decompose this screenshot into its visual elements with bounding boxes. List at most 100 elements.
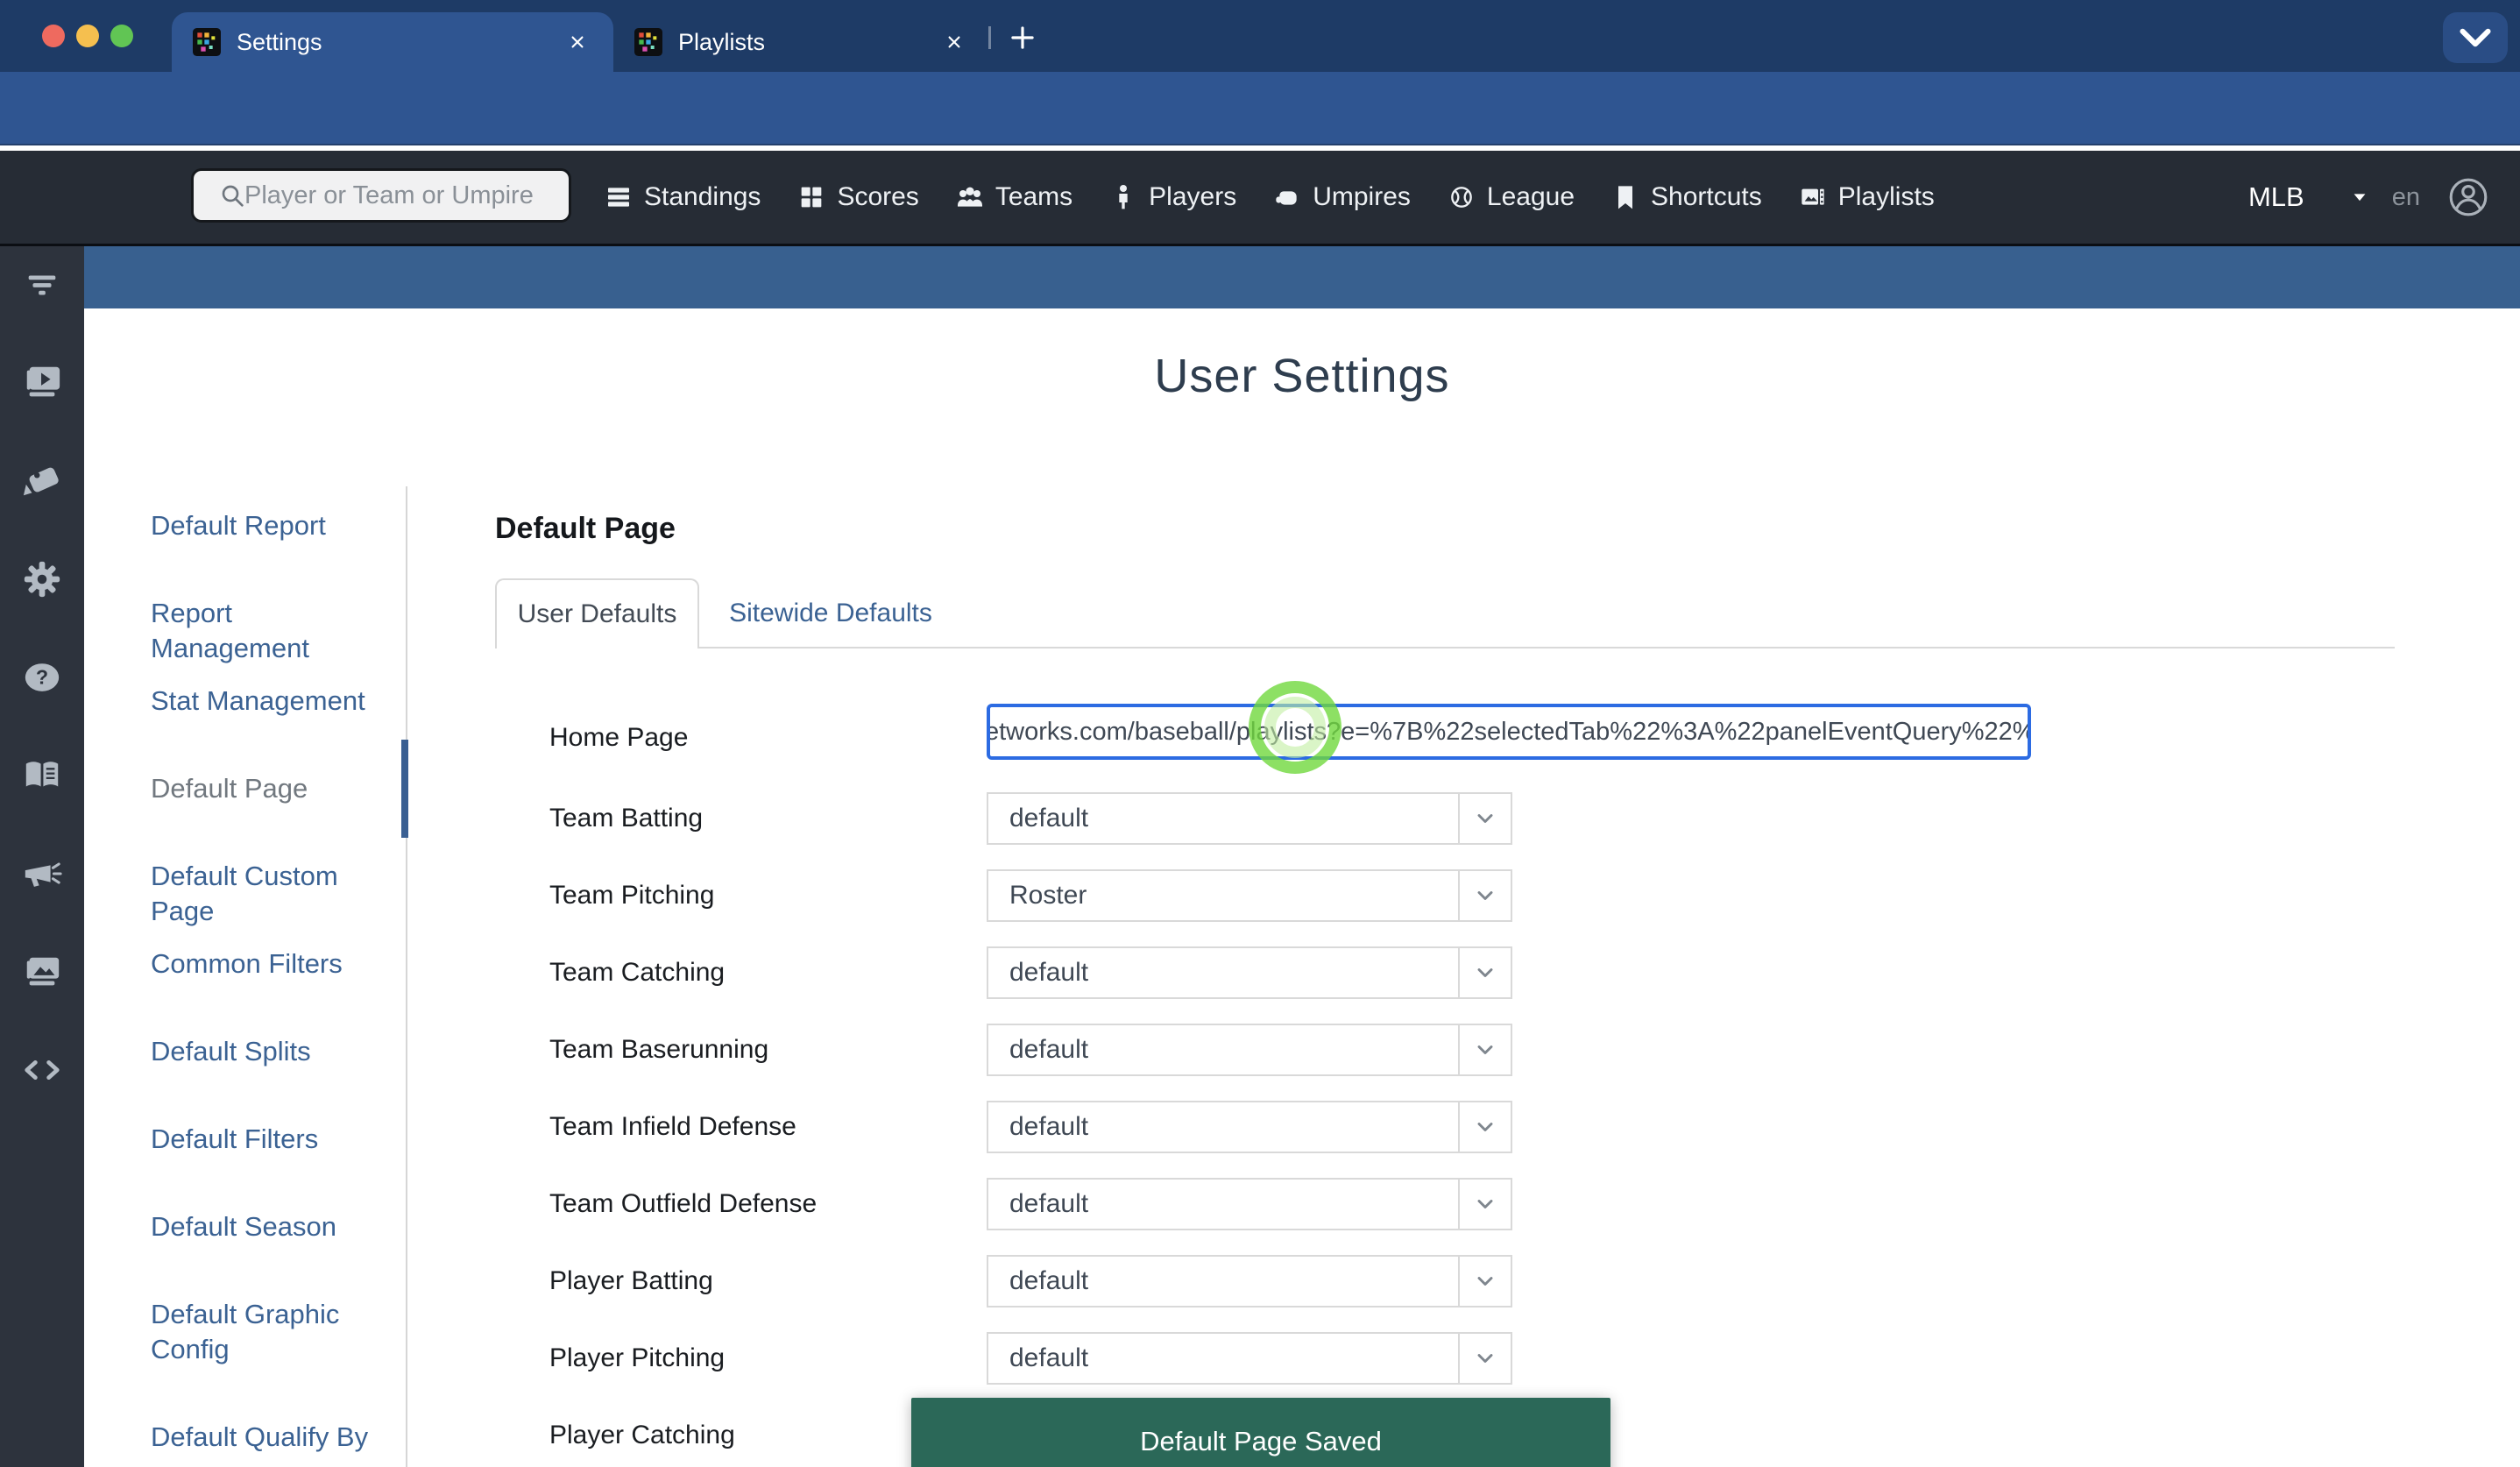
select-player-pitching[interactable]: default [987, 1332, 1512, 1385]
nav-item-label: Players [1149, 182, 1236, 212]
close-tab-icon[interactable] [939, 27, 969, 57]
click-indicator-inner [1264, 697, 1326, 758]
select-player-batting[interactable]: default [987, 1255, 1512, 1308]
form-row-label: Player Batting [549, 1262, 713, 1300]
league-selector-label: MLB [2248, 181, 2304, 213]
nav-item-shortcuts[interactable]: Shortcuts [1611, 182, 1762, 212]
nav-item-label: Umpires [1313, 182, 1411, 212]
new-tab-button[interactable] [1006, 21, 1039, 54]
settings-menu-item-report-management[interactable]: Report Management [151, 596, 398, 666]
filter-lines-icon[interactable] [22, 265, 62, 305]
select-team-pitching[interactable]: Roster [987, 869, 1512, 922]
select-value: default [1009, 804, 1088, 833]
settings-menu-item-stat-management[interactable]: Stat Management [151, 684, 398, 719]
select-value: default [1009, 1343, 1088, 1373]
browser-tabstrip: Settings Playlists [0, 0, 2520, 72]
settings-menu-item-default-season[interactable]: Default Season [151, 1209, 398, 1244]
tab-search-button[interactable] [2443, 12, 2508, 63]
nav-item-playlists[interactable]: Playlists [1799, 182, 1935, 212]
page-title: User Settings [84, 349, 2520, 403]
close-tab-icon[interactable] [563, 27, 592, 57]
nav-item-players[interactable]: Players [1109, 182, 1236, 212]
tab-divider [988, 26, 991, 49]
svg-text:?: ? [36, 666, 48, 689]
search-input[interactable] [244, 181, 542, 210]
gear-icon[interactable] [22, 559, 62, 599]
select-value: Roster [1009, 881, 1087, 911]
settings-menu-item-default-filters[interactable]: Default Filters [151, 1122, 398, 1157]
chevron-down-icon [1458, 948, 1511, 997]
nav-item-label: Playlists [1838, 182, 1935, 212]
tab-sitewide-defaults[interactable]: Sitewide Defaults [708, 578, 953, 648]
settings-menu-item-default-page[interactable]: Default Page [151, 771, 398, 806]
global-search [191, 168, 571, 223]
help-icon[interactable]: ? [22, 657, 62, 698]
teams-icon [956, 183, 984, 211]
tags-icon[interactable] [22, 461, 62, 501]
browser-tab-settings[interactable]: Settings [172, 12, 613, 72]
browser-toolbar: mlbdemo.trumedianetworks.com/baseball/se… [0, 72, 2520, 145]
tab-favicon-icon [193, 28, 221, 56]
nav-item-scores[interactable]: Scores [797, 182, 918, 212]
chevron-down-icon [1458, 1334, 1511, 1383]
select-value: default [1009, 958, 1088, 988]
zoom-window-button[interactable] [110, 25, 133, 47]
select-team-baserunning[interactable]: default [987, 1024, 1512, 1076]
home-page-input-value: etworks.com/baseball/playlists?e=%7B%22s… [987, 718, 2031, 747]
form-row-label: Team Infield Defense [549, 1108, 796, 1146]
chevron-down-icon [1458, 871, 1511, 920]
home-page-input[interactable]: etworks.com/baseball/playlists?e=%7B%22s… [987, 704, 2031, 760]
code-icon[interactable] [22, 1050, 62, 1090]
shortcuts-icon [1611, 183, 1639, 211]
search-icon [206, 181, 234, 209]
select-value: default [1009, 1035, 1088, 1065]
select-team-infield-defense[interactable]: default [987, 1101, 1512, 1153]
settings-menu-item-common-filters[interactable]: Common Filters [151, 946, 398, 982]
megaphone-icon[interactable] [22, 854, 62, 894]
form-row-label: Team Batting [549, 799, 703, 838]
form-row-label: Team Pitching [549, 876, 714, 915]
home-page-label: Home Page [549, 719, 688, 757]
select-team-batting[interactable]: default [987, 792, 1512, 845]
active-menu-indicator [401, 740, 408, 838]
select-team-catching[interactable]: default [987, 946, 1512, 999]
nav-item-umpires[interactable]: Umpires [1273, 182, 1411, 212]
caret-down-icon [2327, 188, 2347, 207]
chevron-down-icon [1458, 1257, 1511, 1306]
settings-menu-item-default-custom-page[interactable]: Default Custom Page [151, 859, 398, 929]
book-icon[interactable] [22, 755, 62, 796]
settings-menu-item-default-splits[interactable]: Default Splits [151, 1034, 398, 1069]
form-row-label: Player Pitching [549, 1339, 725, 1378]
form-row-label: Team Outfield Defense [549, 1185, 817, 1223]
chevron-down-icon [1458, 1102, 1511, 1152]
close-window-button[interactable] [42, 25, 65, 47]
user-account-icon[interactable] [2446, 175, 2490, 219]
form-row-label: Team Baserunning [549, 1031, 768, 1069]
nav-item-league[interactable]: League [1448, 182, 1575, 212]
nav-item-label: Standings [644, 182, 761, 212]
tab-title: Playlists [678, 29, 765, 56]
settings-menu-item-default-report[interactable]: Default Report [151, 508, 398, 543]
language-toggle[interactable]: en [2392, 183, 2420, 212]
nav-item-label: Scores [837, 182, 918, 212]
minimize-window-button[interactable] [76, 25, 99, 47]
tab-user-defaults[interactable]: User Defaults [495, 578, 699, 648]
nav-item-teams[interactable]: Teams [956, 182, 1072, 212]
select-team-outfield-defense[interactable]: default [987, 1178, 1512, 1230]
players-icon [1109, 183, 1137, 211]
nav-item-standings[interactable]: Standings [605, 182, 761, 212]
scores-icon [797, 183, 825, 211]
site-header: TRUMEDIA StandingsScoresTeamsPlayersUmpi… [0, 151, 2520, 246]
chevron-down-icon [1458, 794, 1511, 843]
settings-menu-divider [406, 486, 407, 1467]
window-controls [42, 25, 133, 47]
select-value: default [1009, 1266, 1088, 1296]
browser-tab-playlists[interactable]: Playlists [613, 12, 990, 72]
image-library-icon[interactable] [22, 952, 62, 992]
league-selector[interactable]: MLB [2248, 181, 2347, 213]
app-window: Settings Playlists mlbdemo.trumedianetwor… [0, 0, 2520, 1467]
video-library-icon[interactable] [22, 363, 62, 403]
settings-menu-item-default-graphic-config[interactable]: Default Graphic Config [151, 1297, 398, 1367]
settings-menu-item-default-qualify-by[interactable]: Default Qualify By [151, 1420, 398, 1455]
chevron-down-icon [1458, 1180, 1511, 1229]
